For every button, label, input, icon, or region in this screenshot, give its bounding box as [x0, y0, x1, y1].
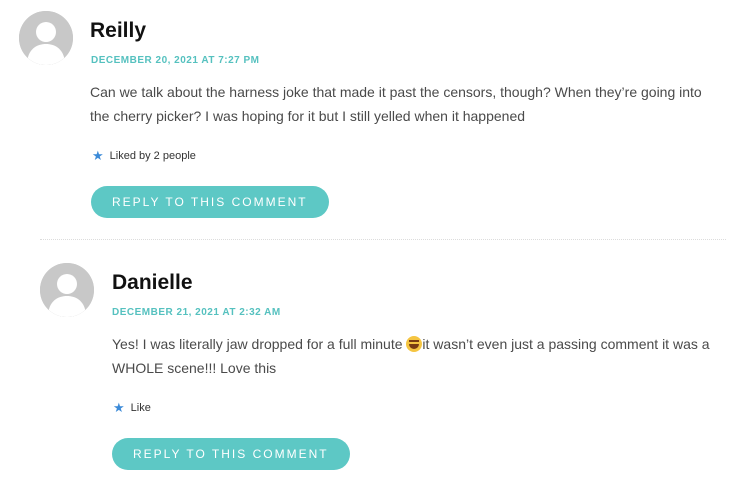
comment-divider — [40, 239, 726, 240]
comment-author: Reilly — [90, 19, 147, 42]
comment-reilly: Reilly DECEMBER 20, 2021 AT 7:27 PM Can … — [0, 0, 744, 240]
like-label: Like — [130, 401, 151, 414]
comment-date-link[interactable]: DECEMBER 20, 2021 AT 7:27 PM — [91, 55, 260, 66]
laughing-with-tears-emoji-icon — [406, 336, 423, 352]
comment-text: Can we talk about the harness joke that … — [90, 84, 702, 124]
star-icon: ★ — [113, 400, 125, 415]
likes-label: Liked by 2 people — [109, 149, 196, 162]
avatar[interactable] — [19, 11, 73, 65]
reply-button[interactable]: REPLY TO THIS COMMENT — [91, 186, 329, 218]
comment-text-part-1: Yes! I was literally jaw dropped for a f… — [112, 336, 407, 352]
star-icon: ★ — [92, 148, 104, 163]
like-widget[interactable]: ★ Liked by 2 people — [92, 149, 196, 162]
comment-text: Yes! I was literally jaw dropped for a f… — [112, 332, 726, 380]
like-widget[interactable]: ★ Like — [113, 401, 151, 414]
comment-date-link[interactable]: DECEMBER 21, 2021 AT 2:32 AM — [112, 307, 281, 318]
default-avatar-icon — [40, 263, 94, 317]
avatar[interactable] — [40, 263, 94, 317]
reply-button[interactable]: REPLY TO THIS COMMENT — [112, 438, 350, 470]
comment-author: Danielle — [112, 271, 193, 294]
default-avatar-icon — [19, 11, 73, 65]
comment-text-part-2: it wasn’t even just a passing comment it… — [112, 336, 710, 376]
